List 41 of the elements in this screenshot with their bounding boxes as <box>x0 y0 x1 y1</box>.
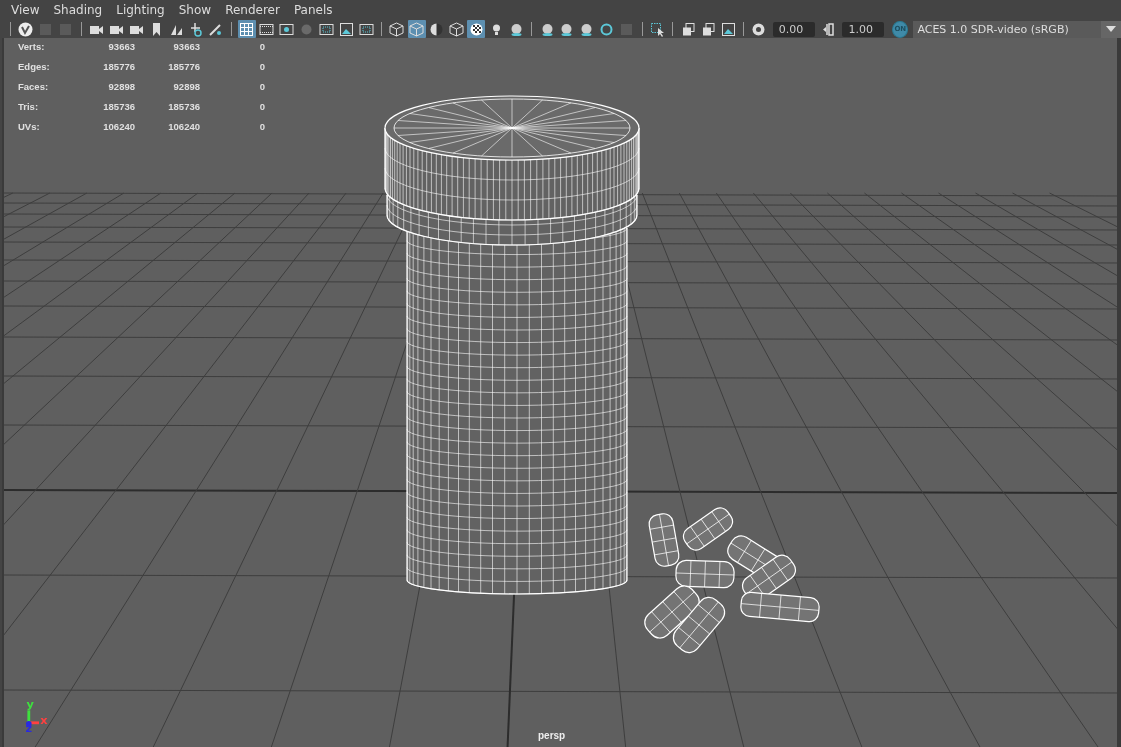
grid-icon[interactable] <box>237 20 256 38</box>
menu-item[interactable]: Show <box>171 3 219 17</box>
stat-label: Edges: <box>18 60 51 73</box>
stat-label: Verts: <box>18 40 46 53</box>
cube-icon[interactable] <box>387 20 406 38</box>
stat-value: 93663 <box>107 40 135 53</box>
menu-item[interactable]: Renderer <box>218 3 287 17</box>
menu-item[interactable]: Lighting <box>109 3 172 17</box>
stat-value: 0 <box>258 60 265 73</box>
stat-value: 92898 <box>172 80 200 93</box>
axis-up-indicator: y <box>26 699 34 723</box>
image-icon[interactable] <box>719 20 737 38</box>
number-field[interactable]: 1.00 <box>842 21 885 37</box>
stat-value: 0 <box>258 80 265 93</box>
stat-value: 0 <box>258 120 265 133</box>
stat-value: 185776 <box>102 60 135 73</box>
axis-depth-indicator: z <box>25 720 32 733</box>
stat-value: 0 <box>258 40 265 53</box>
stat-label: UVs: <box>18 120 41 133</box>
menu-item[interactable]: Shading <box>46 3 110 17</box>
stat-value: 185776 <box>167 60 200 73</box>
dropdown-value: ACES 1.0 SDR-video (sRGB) <box>917 22 1069 36</box>
stat-value: 92898 <box>107 80 135 93</box>
checker-icon[interactable] <box>467 20 486 38</box>
color-space-dropdown[interactable]: ACES 1.0 SDR-video (sRGB) <box>913 20 1121 38</box>
camera-label: persp <box>538 730 566 741</box>
stat-value: 0 <box>258 100 265 113</box>
number-field[interactable]: 0.00 <box>772 21 815 37</box>
stat-value: 185736 <box>102 100 135 113</box>
stat-label: Tris: <box>18 100 40 113</box>
stat-value: 185736 <box>167 100 200 113</box>
image-icon[interactable] <box>337 20 356 38</box>
cube-icon[interactable] <box>447 20 466 38</box>
stat-value: 106240 <box>167 120 200 133</box>
menu-item[interactable]: View <box>4 3 47 17</box>
stat-value: 106240 <box>102 120 135 133</box>
logo-icon[interactable] <box>16 20 35 38</box>
stat-value: 93663 <box>172 40 200 53</box>
menu-item[interactable]: Panels <box>286 3 340 17</box>
stat-label: Faces: <box>18 80 50 93</box>
cube-icon[interactable] <box>407 20 426 38</box>
